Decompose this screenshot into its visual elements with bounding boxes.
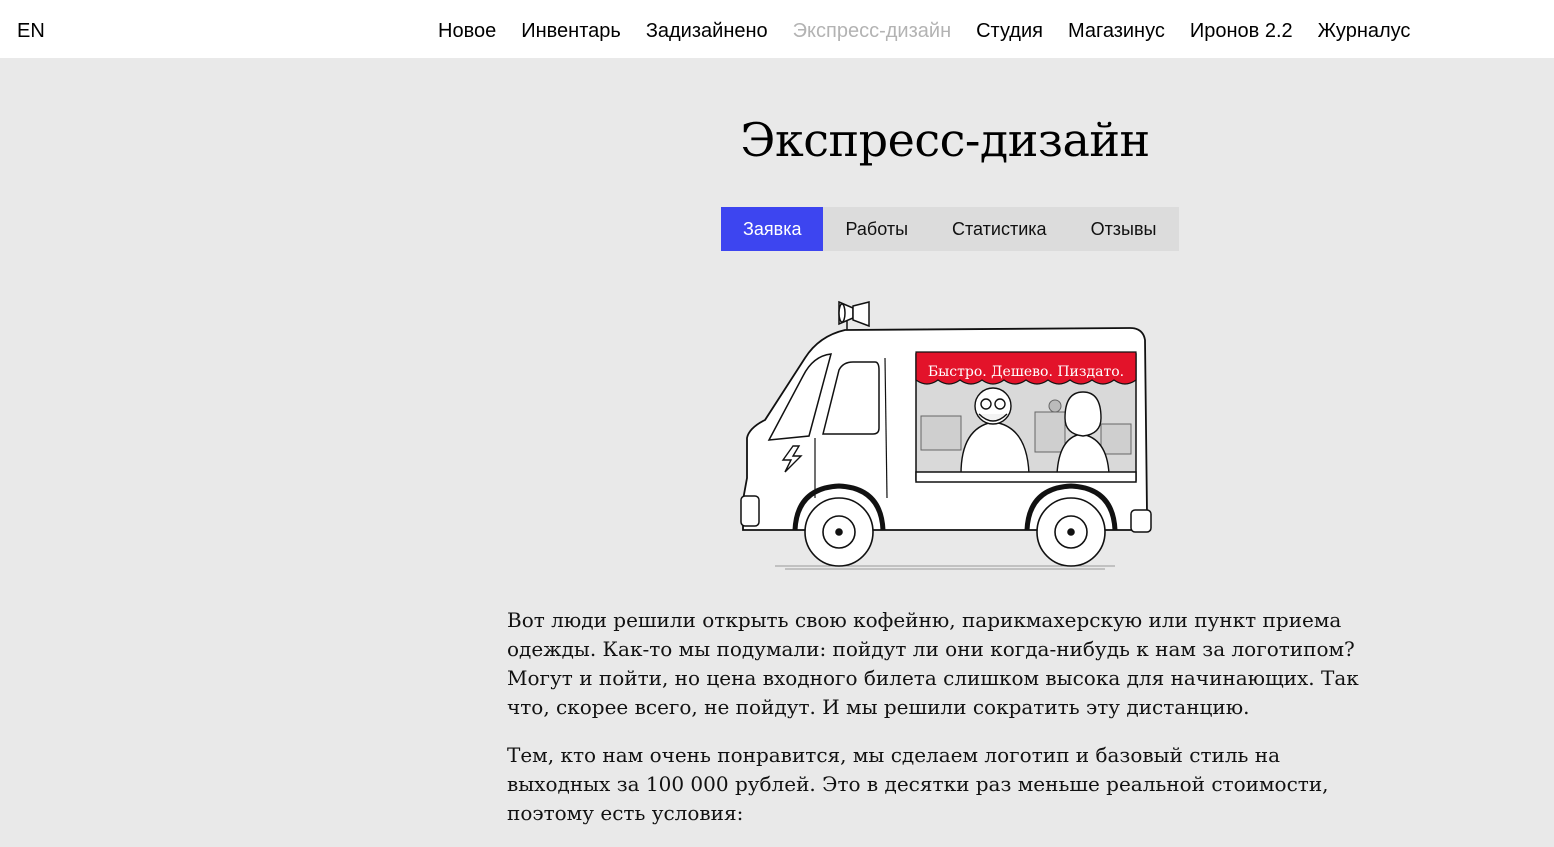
tab-raboty[interactable]: Работы: [823, 207, 930, 251]
tab-zayavka[interactable]: Заявка: [721, 207, 824, 251]
language-switch-link[interactable]: EN: [17, 18, 45, 44]
main-nav: Новое Инвентарь Задизайнено Экспресс-диз…: [438, 18, 1435, 44]
tab-statistika[interactable]: Статистика: [930, 207, 1069, 251]
nav-item-studio[interactable]: Студия: [976, 18, 1043, 44]
nav-item-magazinus[interactable]: Магазинус: [1068, 18, 1165, 44]
paragraph-1: Вот люди решили открыть свою кофейню, па…: [507, 608, 1359, 719]
awning-text: Быстро. Дешево. Пиздато.: [928, 364, 1124, 380]
nav-item-express-design[interactable]: Экспресс-дизайн: [793, 18, 951, 44]
page-title: Экспресс-дизайн: [740, 113, 1150, 167]
megaphone-icon: [838, 300, 870, 330]
nav-item-novoe[interactable]: Новое: [438, 18, 496, 44]
section-tabs: Заявка Работы Статистика Отзывы: [721, 207, 1179, 251]
nav-item-zhurnalus[interactable]: Журналус: [1318, 18, 1411, 44]
wheel-front: [804, 497, 874, 567]
intro-text: Вот люди решили открыть свою кофейню, па…: [507, 606, 1387, 847]
wheel-rear: [1036, 497, 1106, 567]
food-truck-svg: Быстро. Дешево. Пиздато.: [740, 300, 1152, 570]
nav-item-inventar[interactable]: Инвентарь: [521, 18, 621, 44]
nav-item-ironov[interactable]: Иронов 2.2: [1190, 18, 1293, 44]
food-truck-illustration: Быстро. Дешево. Пиздато.: [735, 288, 1155, 578]
paragraph-2: Тем, кто нам очень понравится, мы сделае…: [507, 743, 1329, 825]
top-navigation-bar: EN Новое Инвентарь Задизайнено Экспресс-…: [0, 0, 1554, 58]
tab-otzyvy[interactable]: Отзывы: [1069, 207, 1179, 251]
nav-item-zadizaineno[interactable]: Задизайнено: [646, 18, 768, 44]
